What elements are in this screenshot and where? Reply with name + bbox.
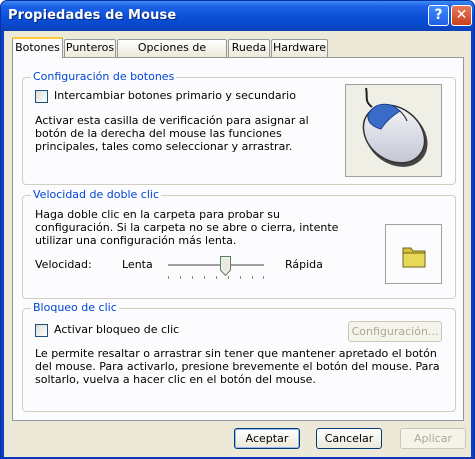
fast-label: Rápida <box>285 258 323 271</box>
click-lock-settings-button[interactable]: Configuración... <box>348 321 442 342</box>
mouse-picture <box>345 84 442 177</box>
tab-hardware[interactable]: Hardware <box>271 39 328 57</box>
slider-thumb[interactable] <box>220 256 232 276</box>
click-lock-checkbox[interactable] <box>35 324 48 337</box>
help-button[interactable]: ? <box>428 5 449 26</box>
dialog-client-area: Botones Punteros Opciones de puntero Rue… <box>4 31 471 457</box>
title-bar[interactable]: Propiedades de Mouse ? ✕ <box>1 1 474 31</box>
tab-rueda[interactable]: Rueda <box>228 39 270 57</box>
cancel-button[interactable]: Cancelar <box>316 428 382 449</box>
mouse-properties-window: Propiedades de Mouse ? ✕ Botones Puntero… <box>0 0 475 459</box>
double-click-description: Haga doble clic en la carpeta para proba… <box>35 208 339 247</box>
test-folder-area[interactable] <box>385 224 442 284</box>
folder-icon[interactable] <box>386 225 441 283</box>
click-lock-title: Bloqueo de clic <box>31 301 119 314</box>
slow-label: Lenta <box>122 258 153 271</box>
tab-panel-botones: Configuración de botones Intercambiar bo… <box>12 57 464 421</box>
window-title: Propiedades de Mouse <box>8 8 177 23</box>
swap-buttons-label[interactable]: Intercambiar botones primario y secundar… <box>54 89 296 102</box>
click-lock-group: Bloqueo de clic Activar bloqueo de clic … <box>22 301 456 412</box>
close-icon: ✕ <box>455 7 468 23</box>
ok-button[interactable]: Aceptar <box>234 428 300 449</box>
mouse-icon <box>362 87 428 167</box>
tab-botones[interactable]: Botones <box>12 37 63 58</box>
tab-opciones-de-puntero[interactable]: Opciones de puntero <box>117 39 227 70</box>
help-icon: ? <box>434 7 443 23</box>
button-config-title: Configuración de botones <box>31 70 177 83</box>
click-lock-description: Le permite resaltar o arrastrar sin tene… <box>35 347 440 386</box>
double-click-group: Velocidad de doble clic Haga doble clic … <box>22 188 456 299</box>
tab-punteros[interactable]: Punteros <box>64 39 116 57</box>
apply-button[interactable]: Aplicar <box>400 428 466 449</box>
button-config-description: Activar esta casilla de verificación par… <box>35 114 309 153</box>
slider-track <box>168 264 264 267</box>
speed-label: Velocidad: <box>35 258 92 271</box>
double-click-speed-slider[interactable] <box>166 256 266 286</box>
close-button[interactable]: ✕ <box>451 5 472 26</box>
swap-buttons-checkbox[interactable] <box>35 90 48 103</box>
double-click-title: Velocidad de doble clic <box>31 188 162 201</box>
click-lock-label[interactable]: Activar bloqueo de clic <box>54 323 179 336</box>
button-config-group: Configuración de botones Intercambiar bo… <box>22 70 456 185</box>
